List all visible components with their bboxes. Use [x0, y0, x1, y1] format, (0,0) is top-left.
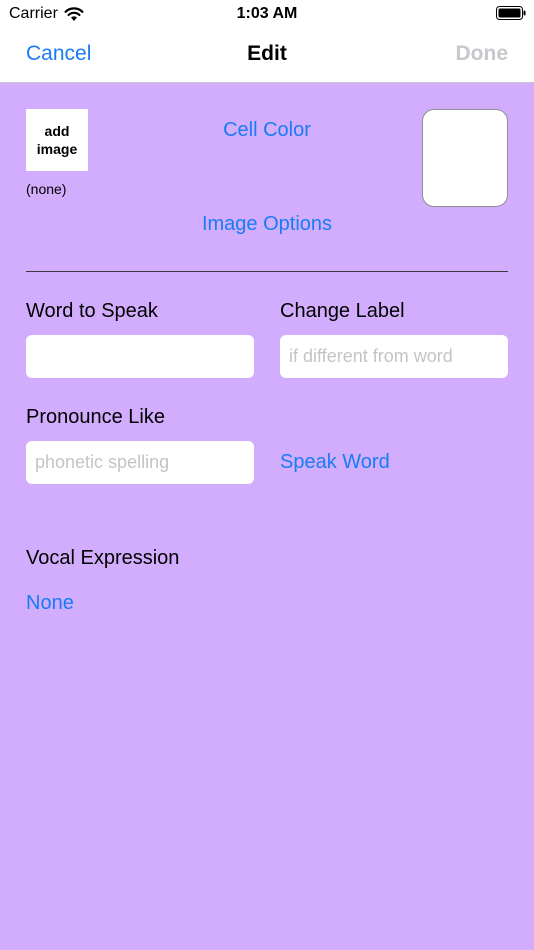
word-to-speak-label: Word to Speak — [26, 300, 158, 322]
change-label-label: Change Label — [280, 300, 405, 322]
add-image-label-line1: add — [44, 123, 70, 139]
cancel-button[interactable]: Cancel — [26, 42, 91, 66]
add-image-button[interactable]: add image — [26, 109, 88, 171]
speak-word-button[interactable]: Speak Word — [280, 451, 390, 474]
vocal-expression-label: Vocal Expression — [26, 547, 180, 569]
cell-color-button[interactable]: Cell Color — [167, 119, 367, 142]
cell-color-swatch[interactable] — [422, 109, 508, 207]
vocal-expression-selector[interactable]: None — [26, 592, 74, 615]
pronounce-like-label: Pronounce Like — [26, 406, 165, 428]
done-button[interactable]: Done — [456, 42, 509, 66]
status-bar: Carrier 1:03 AM — [0, 0, 534, 28]
status-time: 1:03 AM — [236, 5, 298, 22]
pronounce-like-input[interactable] — [26, 441, 254, 484]
edit-cell-form: add image (none) Cell Color Image Option… — [0, 83, 534, 950]
add-image-label-line2: image — [36, 141, 78, 157]
image-options-button[interactable]: Image Options — [117, 213, 417, 236]
navigation-bar: Cancel Edit Done — [0, 28, 534, 83]
word-to-speak-input[interactable] — [26, 335, 254, 378]
section-divider — [26, 271, 508, 272]
battery-icon — [496, 6, 526, 20]
image-name-label: (none) — [26, 181, 67, 197]
change-label-input[interactable] — [280, 335, 508, 378]
